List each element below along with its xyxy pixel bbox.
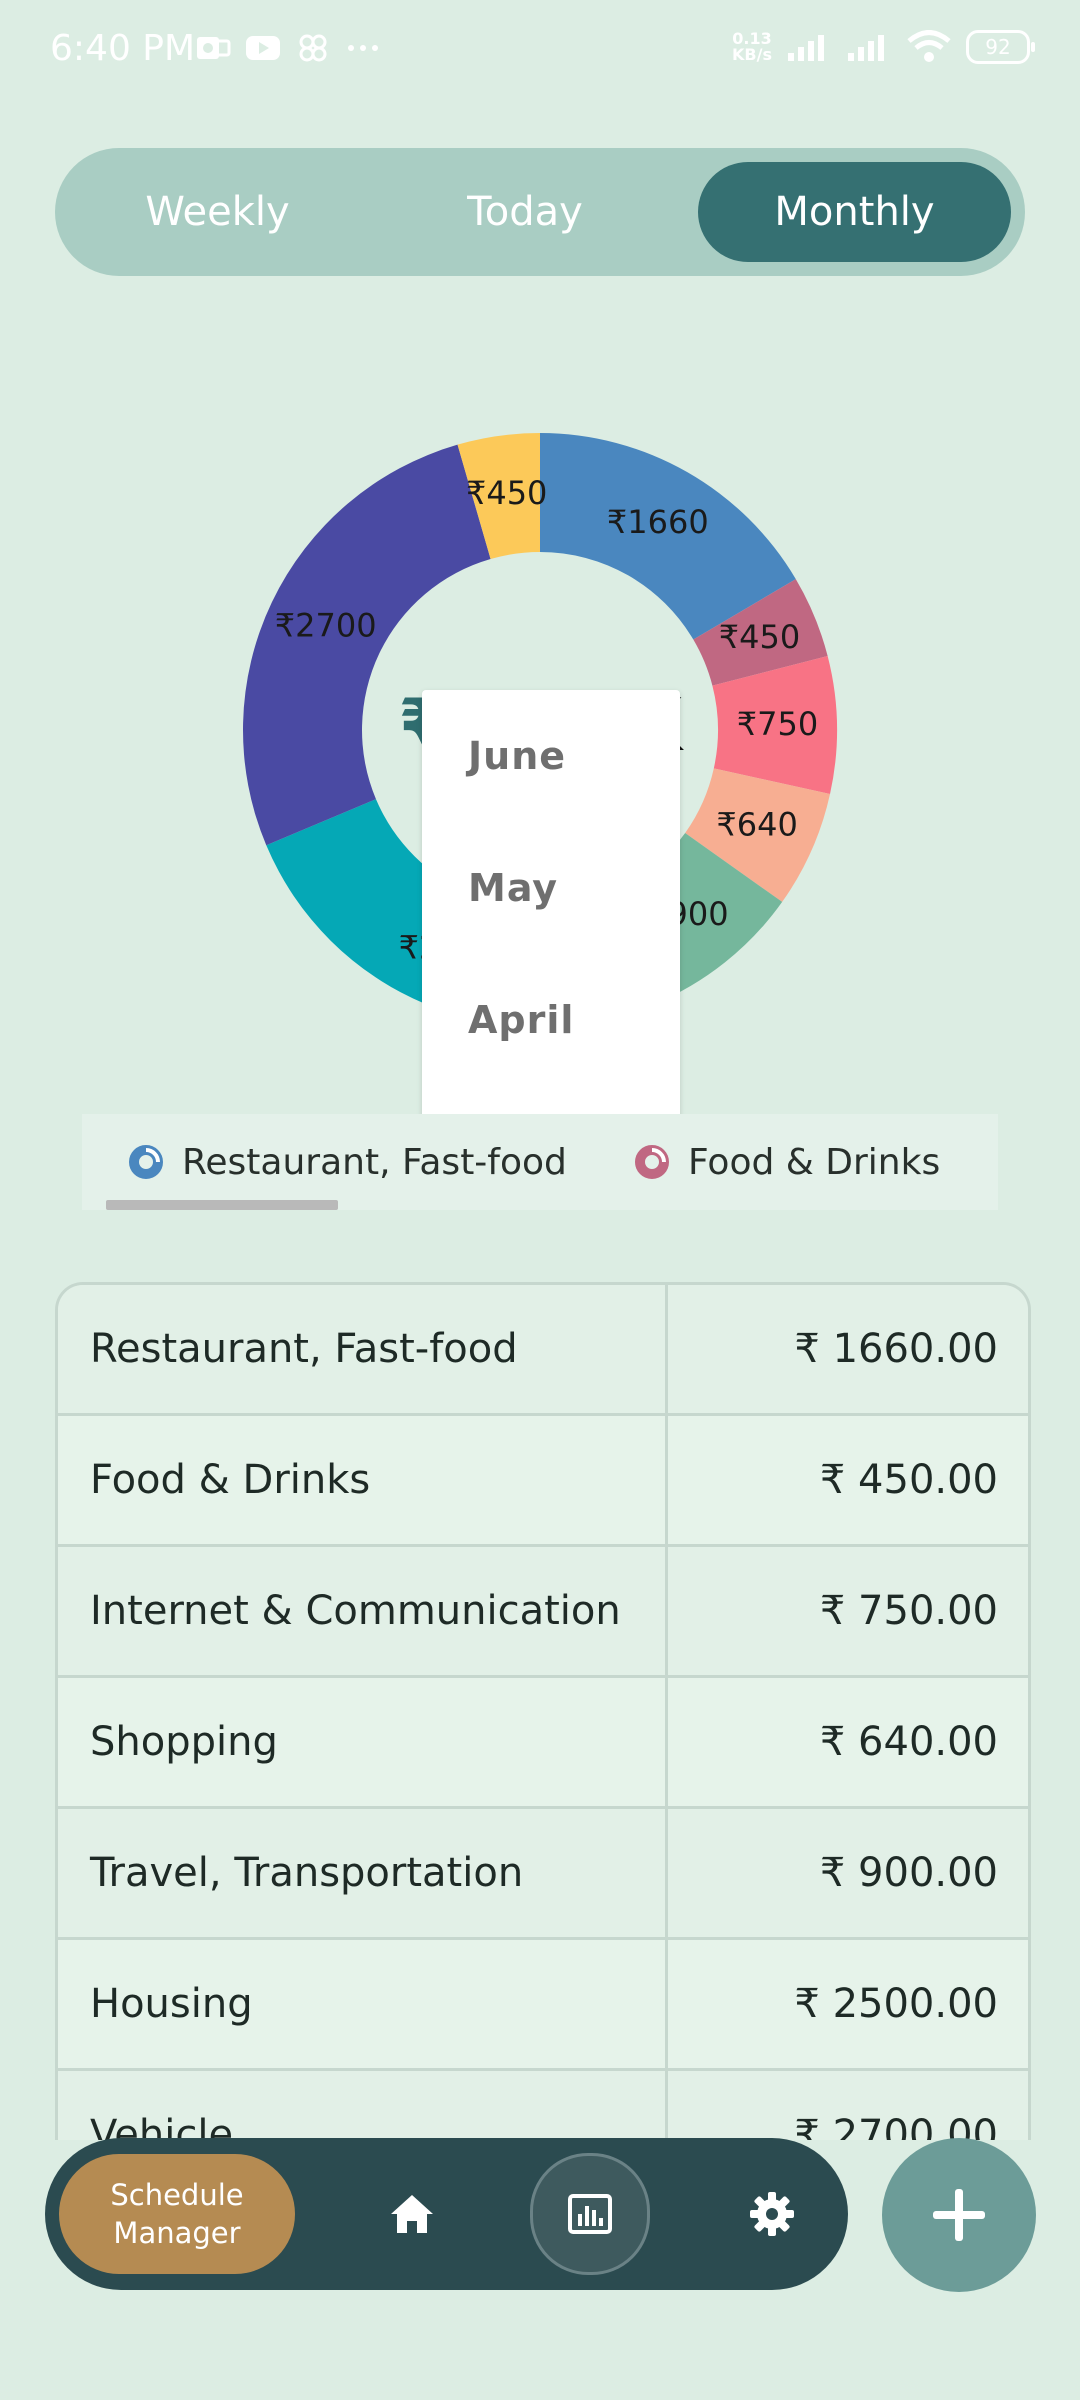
notification-icons [195, 33, 381, 63]
category-cell: Vehicle [58, 2068, 668, 2140]
category-cell: Internet & Communication [58, 1544, 668, 1678]
more-dots-icon [348, 45, 378, 51]
tab-monthly[interactable]: Monthly [698, 162, 1011, 262]
period-selector: Weekly Today Monthly [55, 148, 1025, 276]
slice-label: ₹640 [716, 805, 797, 843]
wifi-icon [907, 30, 951, 62]
slice-label: ₹2700 [275, 607, 377, 645]
month-dropdown: June May April [422, 690, 680, 1128]
legend-label: Restaurant, Fast-food [182, 1141, 567, 1183]
bar-chart-icon [568, 2194, 612, 2234]
slice-label: ₹450 [466, 474, 547, 512]
table-row[interactable]: Shopping ₹ 640.00 [58, 1675, 1028, 1809]
donut-icon [635, 1145, 669, 1179]
amount-cell: ₹ 2700.00 [665, 2068, 1028, 2140]
battery-indicator: 92 [966, 30, 1035, 64]
add-expense-button[interactable] [882, 2138, 1036, 2292]
tab-weekly[interactable]: Weekly [75, 162, 360, 262]
category-cell: Housing [58, 1937, 668, 2071]
amount-cell: ₹ 1660.00 [665, 1285, 1028, 1416]
category-cell: Food & Drinks [58, 1413, 668, 1547]
slice-label: ₹750 [737, 705, 818, 743]
amount-cell: ₹ 450.00 [665, 1413, 1028, 1547]
category-cell: Shopping [58, 1675, 668, 1809]
legend-scroll-indicator [106, 1200, 338, 1210]
pinwheel-icon [299, 34, 327, 62]
category-cell: Restaurant, Fast-food [58, 1285, 668, 1416]
status-time: 6:40 PM [50, 28, 196, 69]
amount-cell: ₹ 640.00 [665, 1675, 1028, 1809]
signal-icon [788, 35, 824, 61]
month-option-may[interactable]: May [422, 822, 680, 954]
plus-icon [933, 2189, 985, 2241]
amount-cell: ₹ 750.00 [665, 1544, 1028, 1678]
schedule-label-line1: Schedule [110, 2178, 244, 2212]
home-button[interactable] [352, 2138, 472, 2290]
bottom-navigation: Schedule Manager [45, 2138, 848, 2290]
month-option-june[interactable]: June [422, 690, 680, 822]
settings-button[interactable] [712, 2138, 832, 2290]
system-icons: 0.13 KB/s 92 [732, 30, 1035, 64]
chart-legend: Restaurant, Fast-food Food & Drinks [82, 1114, 998, 1210]
legend-label: Food & Drinks [688, 1141, 941, 1183]
legend-item-food-drinks[interactable]: Food & Drinks [634, 1134, 940, 1190]
gear-icon [750, 2192, 794, 2236]
home-icon [391, 2195, 433, 2233]
table-row[interactable]: Internet & Communication ₹ 750.00 [58, 1544, 1028, 1678]
table-row[interactable]: Housing ₹ 2500.00 [58, 1937, 1028, 2071]
expense-table: Restaurant, Fast-food ₹ 1660.00 Food & D… [55, 1282, 1031, 2140]
table-row[interactable]: Restaurant, Fast-food ₹ 1660.00 [58, 1285, 1028, 1416]
network-speed-unit: KB/s [732, 45, 772, 64]
donut-icon [129, 1145, 163, 1179]
slice-label: ₹450 [719, 618, 800, 656]
status-bar: 6:40 PM 0.13 KB/s 92 [0, 0, 1080, 110]
amount-cell: ₹ 900.00 [665, 1806, 1028, 1940]
table-row[interactable]: Travel, Transportation ₹ 900.00 [58, 1806, 1028, 1940]
tab-today[interactable]: Today [385, 162, 665, 262]
schedule-manager-button[interactable]: Schedule Manager [59, 2154, 295, 2274]
schedule-label-line2: Manager [113, 2216, 241, 2250]
category-cell: Travel, Transportation [58, 1806, 668, 1940]
outlook-icon [197, 37, 231, 59]
month-option-april[interactable]: April [422, 954, 680, 1086]
youtube-icon [246, 36, 280, 60]
table-row[interactable]: Food & Drinks ₹ 450.00 [58, 1413, 1028, 1547]
signal-icon-2 [848, 35, 884, 61]
legend-item-restaurant[interactable]: Restaurant, Fast-food [128, 1134, 567, 1190]
statistics-button[interactable] [530, 2138, 650, 2290]
amount-cell: ₹ 2500.00 [665, 1937, 1028, 2071]
statistics-active-indicator [530, 2153, 650, 2275]
network-speed: 0.13 KB/s [732, 31, 772, 63]
table-row[interactable]: Vehicle ₹ 2700.00 [58, 2068, 1028, 2140]
slice-label: ₹1660 [607, 503, 709, 541]
